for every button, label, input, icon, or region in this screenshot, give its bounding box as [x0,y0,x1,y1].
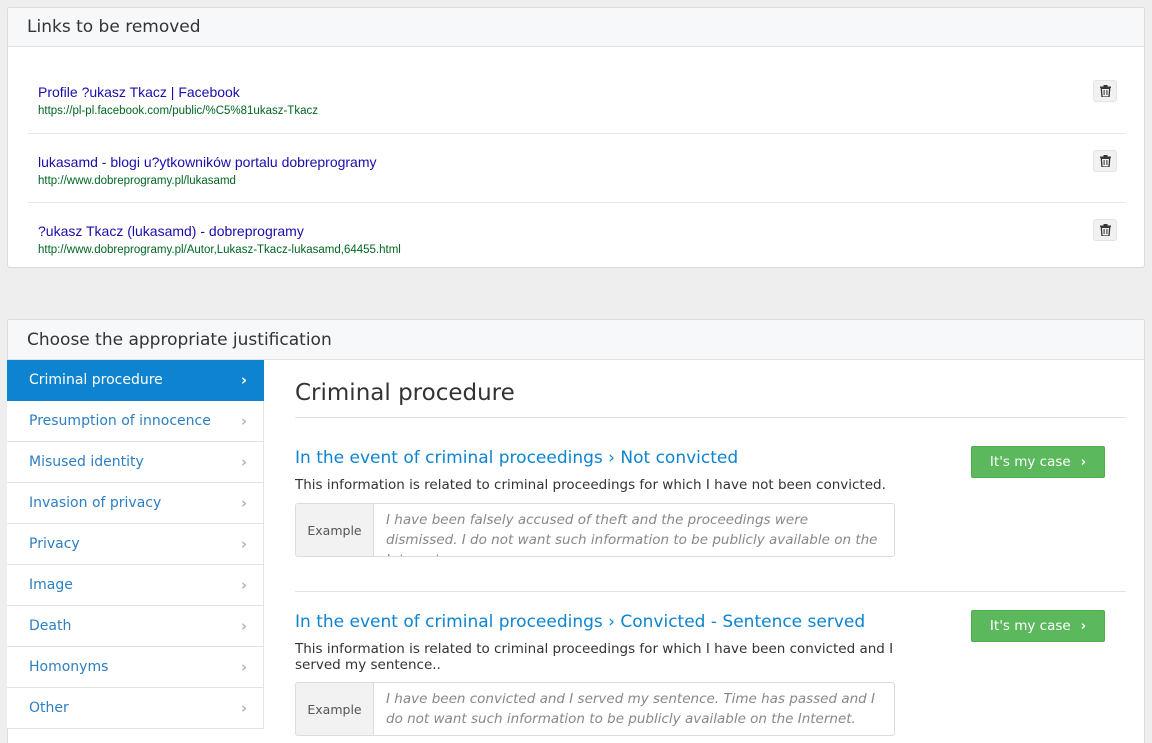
link-title[interactable]: Profile ?ukasz Tkacz | Facebook [38,84,240,100]
example-text: I have been convicted and I served my se… [386,691,876,727]
nav-item-death[interactable]: Death › [7,606,264,647]
chevron-right-icon: › [1080,454,1087,470]
its-my-case-button[interactable]: It's my case › [971,610,1105,642]
nav-item-label: Death [29,618,72,634]
link-url[interactable]: http://www.dobreprogramy.pl/Autor,Lukasz… [38,244,401,256]
case-description: This information is related to criminal … [295,641,894,673]
link-url[interactable]: http://www.dobreprogramy.pl/lukasamd [38,175,236,187]
justification-panel: Choose the appropriate justification Cri… [7,319,1145,743]
link-title[interactable]: lukasamd - blogi u?ytkowników portalu do… [38,154,377,170]
chevron-right-icon: › [240,412,247,430]
nav-item-privacy[interactable]: Privacy › [7,524,264,565]
chevron-right-icon: › [240,699,247,717]
nav-item-label: Criminal procedure [29,372,163,388]
nav-item-label: Invasion of privacy [29,495,162,511]
trash-icon [1099,224,1111,236]
nav-item-invasion-of-privacy[interactable]: Invasion of privacy › [7,483,264,524]
justification-nav: Criminal procedure › Presumption of inno… [7,360,264,729]
delete-link-button[interactable] [1093,150,1117,172]
link-row: lukasamd - blogi u?ytkowników portalu do… [28,133,1125,202]
trash-icon [1099,85,1111,97]
links-panel-title: Links to be removed [8,8,1144,47]
nav-item-label: Privacy [29,536,80,552]
nav-item-label: Image [29,577,73,593]
chevron-right-icon: › [240,576,247,594]
link-row: Profile ?ukasz Tkacz | Facebook https://… [28,64,1125,133]
case-title: In the event of criminal proceedings › N… [295,448,739,468]
chevron-right-icon: › [240,617,247,635]
content-title: Criminal procedure [295,380,515,406]
links-panel: Links to be removed Profile ?ukasz Tkacz… [7,7,1145,268]
example-box: Example I have been falsely accused of t… [295,503,895,557]
link-url[interactable]: https://pl-pl.facebook.com/public/%C5%81… [38,105,318,117]
trash-icon [1099,155,1111,167]
example-label: Example [296,504,374,556]
delete-link-button[interactable] [1093,219,1117,241]
nav-item-other[interactable]: Other › [7,688,264,729]
chevron-right-icon: › [240,453,247,471]
nav-item-label: Homonyms [29,659,109,675]
nav-item-image[interactable]: Image › [7,565,264,606]
divider [295,591,1126,592]
link-row: ?ukasz Tkacz (lukasamd) - dobreprogramy … [28,202,1125,271]
nav-item-label: Other [29,700,69,716]
example-text: I have been falsely accused of theft and… [386,512,878,556]
chevron-right-icon: › [240,494,247,512]
justification-panel-title: Choose the appropriate justification [8,320,1144,360]
nav-item-label: Presumption of innocence [29,413,211,429]
case-description: This information is related to criminal … [295,477,886,493]
nav-item-criminal-procedure[interactable]: Criminal procedure › [7,360,264,401]
nav-item-homonyms[interactable]: Homonyms › [7,647,264,688]
chevron-right-icon: › [240,371,247,389]
example-label: Example [296,683,374,735]
nav-item-presumption-of-innocence[interactable]: Presumption of innocence › [7,401,264,442]
its-my-case-button[interactable]: It's my case › [971,446,1105,478]
chevron-right-icon: › [240,658,247,676]
divider [295,417,1126,418]
nav-item-label: Misused identity [29,454,144,470]
delete-link-button[interactable] [1093,80,1117,102]
chevron-right-icon: › [240,535,247,553]
button-label: It's my case [989,454,1071,470]
button-label: It's my case [989,618,1071,634]
example-box: Example I have been convicted and I serv… [295,682,895,736]
chevron-right-icon: › [1080,618,1087,634]
case-title: In the event of criminal proceedings › C… [295,612,866,632]
nav-item-misused-identity[interactable]: Misused identity › [7,442,264,483]
link-title[interactable]: ?ukasz Tkacz (lukasamd) - dobreprogramy [38,223,304,239]
